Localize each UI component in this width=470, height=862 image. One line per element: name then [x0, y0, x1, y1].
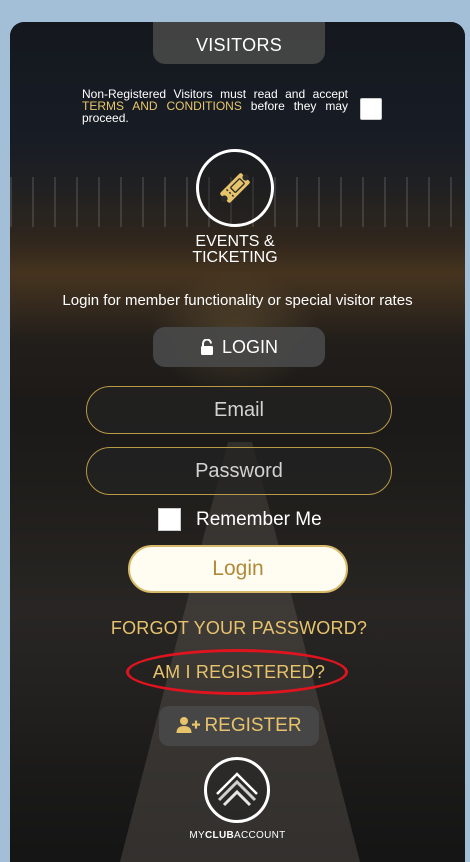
events-ticketing-label[interactable]: EVENTS & TICKETING: [160, 234, 310, 266]
register-button[interactable]: REGISTER: [159, 706, 319, 746]
brand-name-bold: CLUB: [205, 830, 235, 841]
window-frame: VISITORS Non-Registered Visitors must re…: [0, 0, 470, 862]
brand-name: MYCLUBACCOUNT: [10, 830, 465, 841]
brand-name-prefix: MY: [189, 830, 206, 841]
ticket-icon: [220, 173, 250, 203]
email-field[interactable]: [86, 386, 392, 434]
chevron-up-logo-icon: [216, 772, 258, 807]
events-label-line2: TICKETING: [192, 249, 278, 266]
unlock-icon: [200, 338, 213, 355]
login-tab-label: LOGIN: [221, 337, 278, 357]
login-tab[interactable]: LOGIN: [153, 327, 325, 367]
add-user-icon: [176, 717, 201, 733]
visitor-panel: VISITORS Non-Registered Visitors must re…: [10, 22, 465, 862]
terms-notice: Non-Registered Visitors must read and ac…: [82, 88, 348, 124]
password-field[interactable]: [86, 447, 392, 495]
highlight-ellipse: [126, 649, 348, 695]
login-info-text: Login for member functionality or specia…: [62, 292, 413, 309]
events-label-line1: EVENTS &: [195, 233, 275, 250]
login-button[interactable]: Login: [128, 545, 348, 593]
remember-me-checkbox[interactable]: [158, 508, 181, 531]
remember-me-label[interactable]: Remember Me: [196, 508, 322, 532]
myclubaccount-logo: [204, 757, 270, 823]
brand-name-suffix: ACCOUNT: [234, 830, 286, 841]
forgot-password-link[interactable]: FORGOT YOUR PASSWORD?: [10, 618, 465, 639]
terms-checkbox[interactable]: [360, 98, 382, 120]
register-button-label: REGISTER: [204, 715, 302, 736]
panel-content: VISITORS Non-Registered Visitors must re…: [10, 22, 465, 862]
visitors-tab[interactable]: VISITORS: [153, 22, 325, 64]
events-ticketing-button[interactable]: [196, 149, 274, 227]
